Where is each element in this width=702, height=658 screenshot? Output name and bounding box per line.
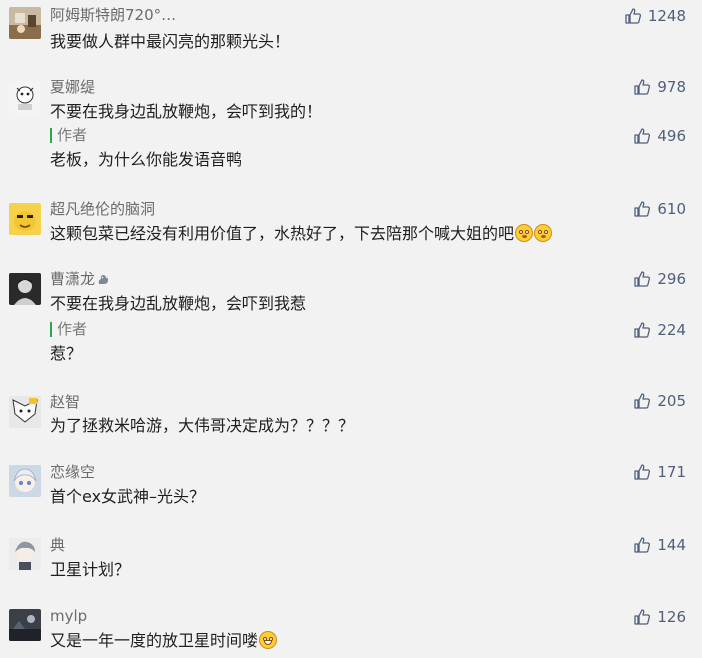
- like-button[interactable]: 224: [633, 320, 686, 340]
- thumbs-up-icon: [634, 79, 651, 95]
- like-button[interactable]: 205: [633, 391, 686, 411]
- comment-text: 首个ex女武神–光头？: [50, 487, 206, 506]
- anime-sketch-avatar-icon[interactable]: [9, 396, 41, 428]
- author-label: 作者: [57, 320, 88, 338]
- like-count: 144: [657, 536, 686, 554]
- comment-author[interactable]: 曹潇龙: [50, 270, 110, 288]
- dark-portrait-avatar-icon[interactable]: [9, 273, 41, 305]
- author-reply-tag: 作者: [50, 320, 87, 338]
- comment-author[interactable]: mylp: [50, 607, 87, 625]
- like-button[interactable]: 296: [633, 269, 686, 289]
- squirrel-badge-icon: [98, 275, 109, 284]
- reply-text: 老板，为什么你能发语音鸭: [50, 150, 243, 169]
- like-button[interactable]: 1248: [624, 6, 686, 26]
- comment-author[interactable]: 夏娜缇: [50, 78, 95, 96]
- like-button[interactable]: 171: [633, 462, 686, 482]
- comment-text: 不要在我身边乱放鞭炮，会吓到我的！: [50, 102, 323, 121]
- author-reply-bar: [50, 321, 52, 337]
- comment-text: 我要做人群中最闪亮的那颗光头！: [50, 32, 291, 51]
- thumbs-up-icon: [634, 201, 651, 217]
- comment-author[interactable]: 阿姆斯特朗720°…: [50, 6, 176, 24]
- comment-text: 不要在我身边乱放鞭炮，会吓到我惹: [50, 294, 307, 313]
- grin-face-emoji: [259, 631, 278, 649]
- blush-face-emoji: [515, 224, 534, 242]
- cartoon-room-avatar-icon[interactable]: [9, 7, 41, 39]
- blush-face-emoji: [534, 224, 553, 242]
- author-reply-tag: 作者: [50, 126, 87, 144]
- thumbs-up-icon: [634, 537, 651, 553]
- anime-boy-avatar-icon[interactable]: [9, 538, 41, 570]
- comment-list: 阿姆斯特朗720°… 我要做人群中最闪亮的那颗光头！ 1248 夏娜缇 不要在我…: [0, 0, 702, 658]
- like-count: 496: [657, 127, 686, 145]
- like-count: 126: [657, 608, 686, 626]
- comment-author-name: 曹潇龙: [50, 270, 96, 288]
- thumbs-up-icon: [634, 609, 651, 625]
- cartoon-character-avatar-icon[interactable]: [9, 82, 41, 114]
- like-button[interactable]: 978: [633, 77, 686, 97]
- like-count: 171: [657, 463, 686, 481]
- thumbs-up-icon: [625, 8, 641, 24]
- comment-text: 这颗包菜已经没有利用价值了，水热好了，下去陪那个喊大姐的吧: [50, 224, 553, 244]
- like-count: 978: [657, 78, 686, 96]
- like-count: 296: [657, 270, 686, 288]
- comment-author[interactable]: 赵智: [50, 393, 80, 411]
- comment-text-content: 又是一年一度的放卫星时间喽: [50, 631, 259, 650]
- reply-text: 惹？: [50, 344, 83, 363]
- thumbs-up-icon: [634, 464, 651, 480]
- author-label: 作者: [57, 126, 88, 144]
- like-count: 1248: [647, 7, 686, 25]
- dark-scene-avatar-icon[interactable]: [9, 609, 41, 641]
- comment-text: 又是一年一度的放卫星时间喽: [50, 631, 278, 651]
- like-button[interactable]: 496: [633, 126, 686, 146]
- like-count: 205: [657, 392, 686, 410]
- like-count: 224: [657, 321, 686, 339]
- anime-girl-avatar-icon[interactable]: [9, 465, 41, 497]
- comment-text-content: 这颗包菜已经没有利用价值了，水热好了，下去陪那个喊大姐的吧: [50, 224, 515, 243]
- like-button[interactable]: 610: [633, 199, 686, 219]
- thumbs-up-icon: [634, 271, 651, 287]
- like-button[interactable]: 126: [633, 607, 686, 627]
- thumbs-up-icon: [634, 322, 651, 338]
- comment-text: 卫星计划？: [50, 560, 131, 579]
- comment-author[interactable]: 恋缘空: [50, 463, 95, 481]
- comment-text: 为了拯救米哈游，大伟哥决定成为？？？？: [50, 416, 355, 435]
- thumbs-up-icon: [634, 393, 651, 409]
- yellow-face-avatar-icon[interactable]: [9, 203, 41, 235]
- like-button[interactable]: 144: [633, 535, 686, 555]
- like-count: 610: [657, 200, 686, 218]
- comment-author[interactable]: 超凡绝伦的脑洞: [50, 200, 155, 218]
- author-reply-bar: [50, 127, 52, 143]
- thumbs-up-icon: [634, 128, 651, 144]
- comment-author[interactable]: 典: [50, 536, 65, 554]
